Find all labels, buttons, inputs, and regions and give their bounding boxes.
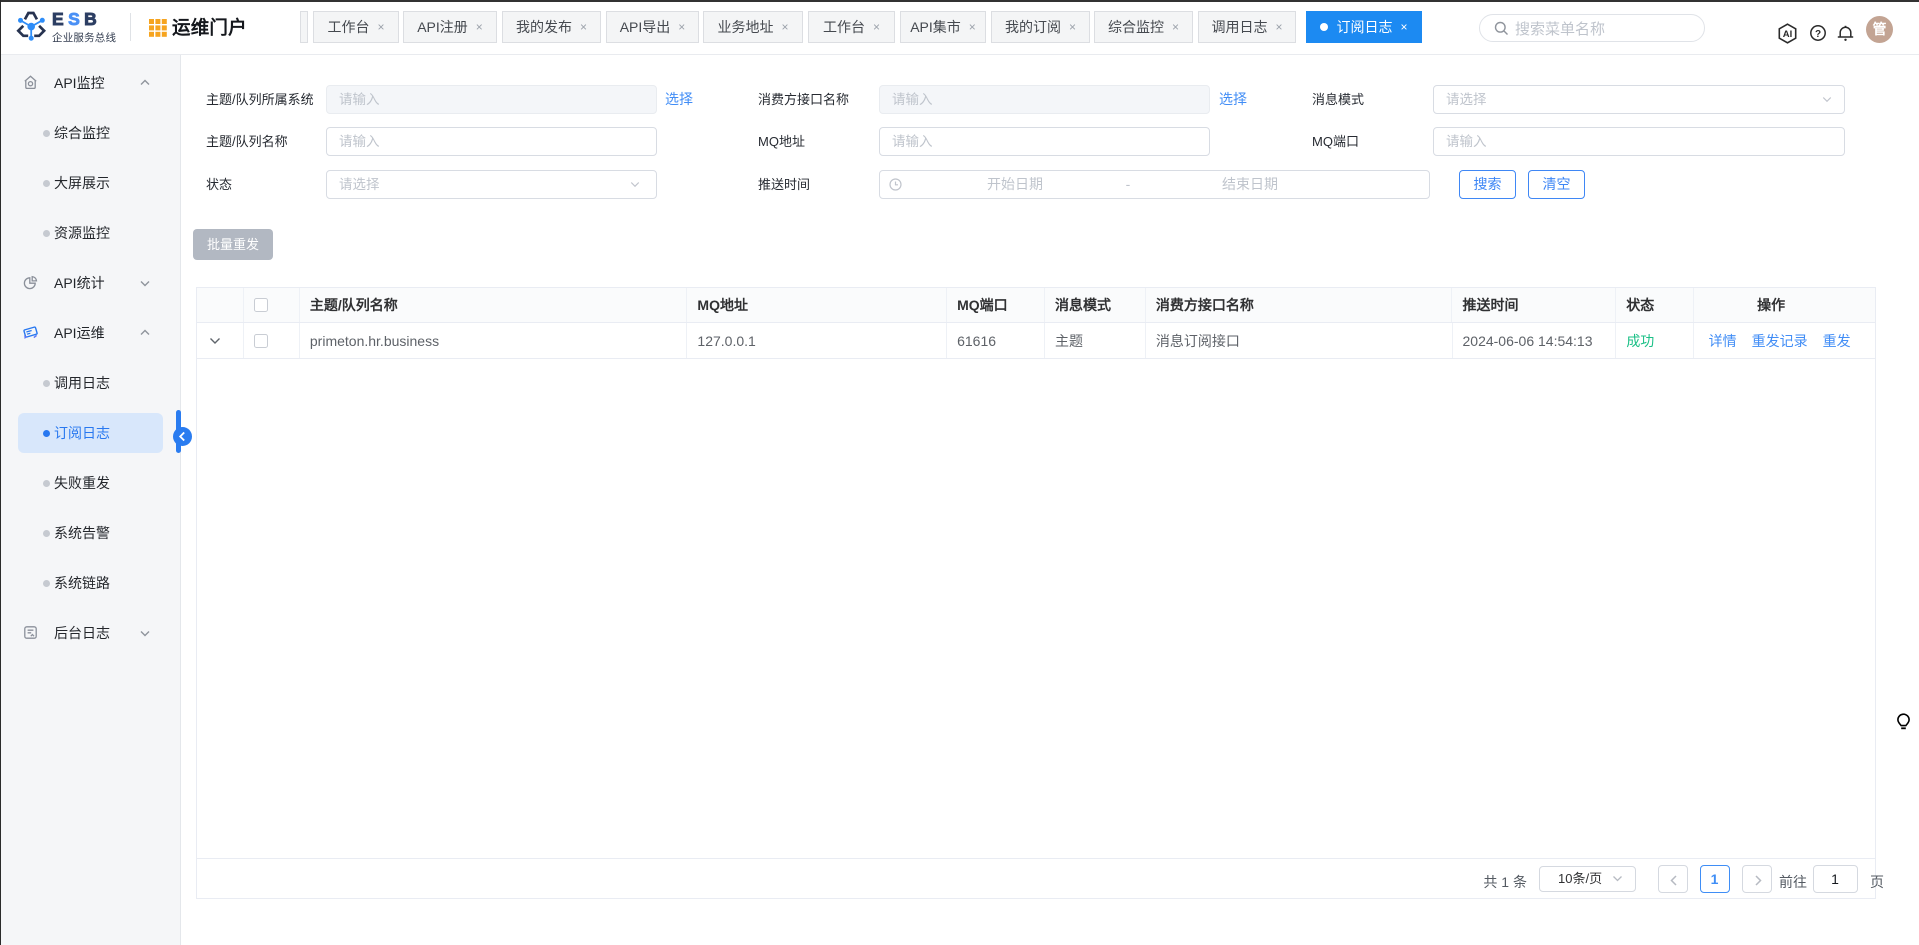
- svg-text:?: ?: [1815, 29, 1821, 40]
- svg-text:AI: AI: [1783, 29, 1793, 40]
